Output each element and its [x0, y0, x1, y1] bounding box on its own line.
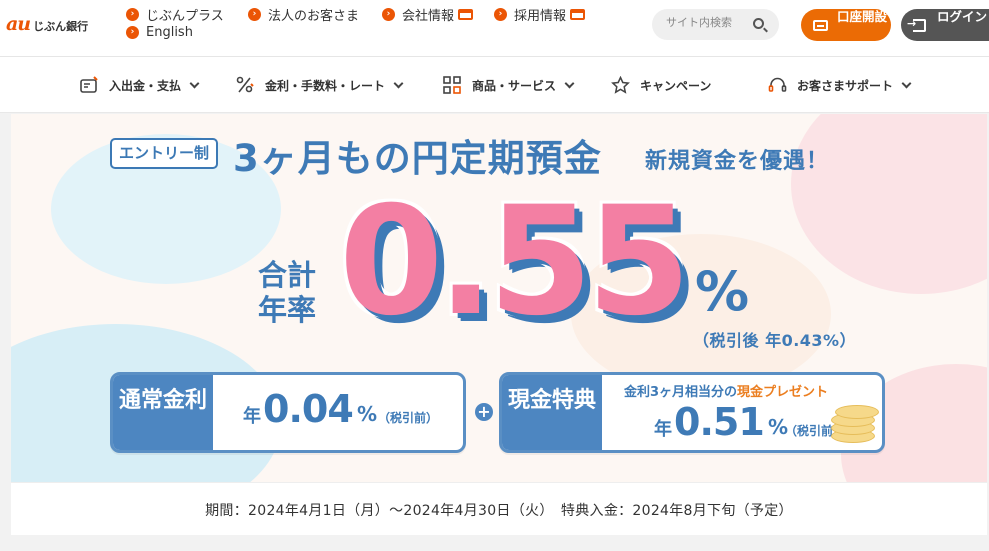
after-tax-rate: （税引後 年0.43%）: [693, 331, 857, 350]
nav-item-rates-fees[interactable]: 金利・手数料・レート: [236, 57, 404, 113]
search-icon[interactable]: [753, 18, 764, 29]
site-search: [652, 9, 779, 40]
arrow-right-icon: ›: [382, 8, 395, 21]
link-english[interactable]: › English: [126, 25, 193, 40]
star-icon: [611, 75, 630, 95]
entry-required-badge: エントリー制: [110, 138, 218, 169]
chevron-down-icon: [393, 78, 404, 88]
logo-text: じぶん銀行: [33, 20, 89, 33]
card-icon: [813, 20, 828, 31]
arrow-right-icon: ›: [494, 8, 507, 21]
nav-item-products-services[interactable]: 商品・サービス: [443, 57, 575, 113]
global-nav: 入出金・支払 金利・手数料・レート 商品・サービス キャンペーン お客さまサポー…: [0, 57, 989, 113]
banner-headline: 3ヶ月もの円定期預金: [233, 137, 602, 180]
total-rate-unit: %: [695, 260, 750, 323]
total-rate-value: 0.55: [339, 175, 691, 349]
arrow-right-icon: ›: [248, 8, 261, 21]
au-jibun-bank-logo[interactable]: au じぶん銀行: [6, 13, 88, 35]
external-window-icon: [458, 9, 474, 20]
banner-subhead: 新規資金を優遇！: [645, 149, 830, 174]
cash-bonus-label: 現金特典: [502, 375, 602, 450]
grid-icon: [443, 75, 462, 95]
campaign-period-text: 期間：2024年4月1日（月）～2024年4月30日（火） 特典入金：2024年…: [205, 503, 793, 519]
link-recruit-info[interactable]: › 採用情報: [494, 5, 586, 24]
login-icon: [907, 17, 926, 32]
normal-rate-unit: %: [357, 402, 378, 426]
bonus-rate-prefix: 年: [654, 419, 672, 440]
bonus-rate-value: 0.51: [674, 400, 765, 444]
chevron-down-icon: [901, 78, 912, 88]
login-label: ログイン: [937, 9, 988, 24]
logo-mark: au: [6, 13, 31, 35]
normal-rate-box: 通常金利 年 0.04 % （税引前）: [110, 372, 466, 453]
normal-rate-note: （税引前）: [378, 411, 439, 425]
percent-icon: [236, 76, 255, 95]
campaign-period-bar: 期間：2024年4月1日（月）～2024年4月30日（火） 特典入金：2024年…: [11, 482, 987, 535]
total-rate-label: 合計年率: [257, 258, 316, 327]
arrow-right-icon: ›: [126, 26, 139, 39]
arrow-right-icon: ›: [126, 8, 139, 21]
external-window-icon: [570, 9, 586, 20]
chevron-down-icon: [564, 78, 575, 88]
cash-bonus-box: 現金特典 金利3ヶ月相当分の現金プレゼント 年 0.51 % （税引前）: [499, 372, 885, 453]
link-jibun-plus[interactable]: › じぶんプラス: [126, 5, 224, 24]
nav-item-deposits-payments[interactable]: 入出金・支払: [80, 57, 200, 113]
login-button[interactable]: ログイン: [901, 9, 989, 41]
normal-rate-prefix: 年: [243, 406, 261, 427]
nav-item-campaigns[interactable]: キャンペーン: [611, 57, 711, 113]
nav-item-customer-support[interactable]: お客さまサポート: [768, 57, 912, 113]
wallet-icon: [80, 75, 99, 95]
headset-icon: [768, 76, 787, 95]
normal-rate-label: 通常金利: [113, 375, 213, 450]
search-input[interactable]: [666, 16, 756, 29]
decorative-blob: [791, 114, 987, 294]
coins-icon: [827, 395, 879, 445]
open-account-button[interactable]: 口座開設: [801, 9, 891, 41]
cash-present-text: 金利3ヶ月相当分の現金プレゼント: [624, 385, 829, 400]
campaign-banner[interactable]: エントリー制 3ヶ月もの円定期預金 新規資金を優遇！ 合計年率 0.55 % （…: [11, 114, 987, 482]
plus-icon: +: [475, 403, 493, 421]
link-company-info[interactable]: › 会社情報: [382, 5, 474, 24]
open-account-label: 口座開設: [837, 9, 888, 24]
normal-rate-value: 0.04: [263, 387, 354, 431]
link-corporate-customers[interactable]: › 法人のお客さま: [248, 5, 359, 24]
site-header: au じぶん銀行 › じぶんプラス › 法人のお客さま › 会社情報 › 採用情…: [0, 0, 989, 57]
chevron-down-icon: [189, 78, 200, 88]
